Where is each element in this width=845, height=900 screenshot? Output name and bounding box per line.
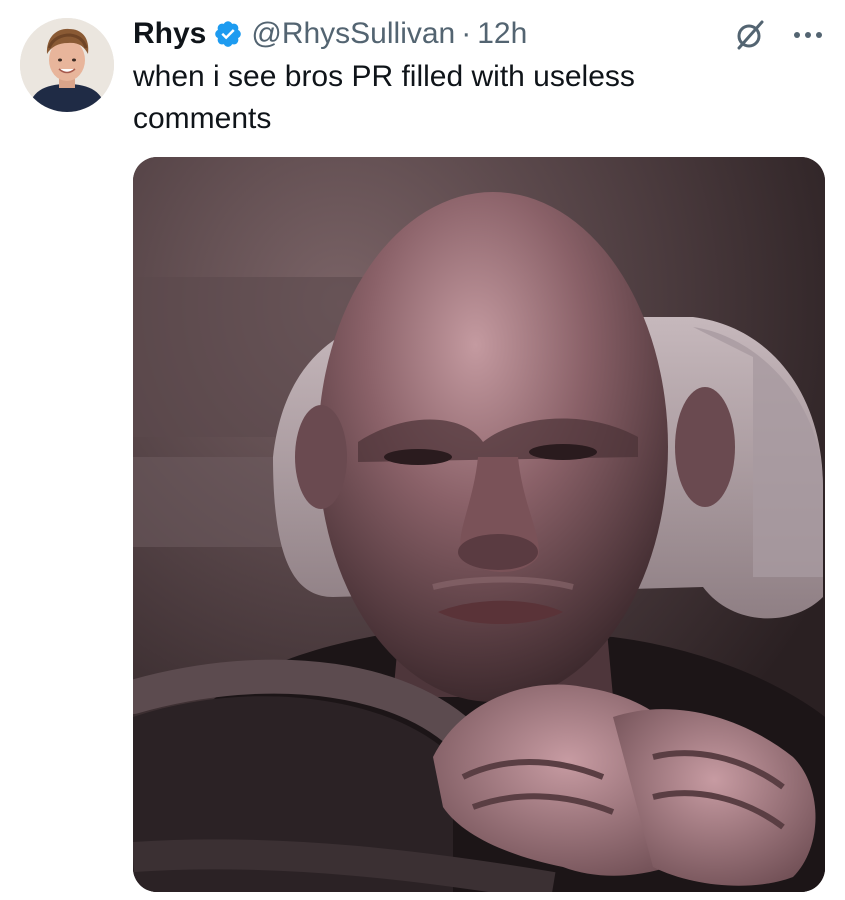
avatar-image	[20, 18, 114, 112]
grok-icon[interactable]	[733, 18, 767, 52]
tweet-media-image[interactable]	[133, 157, 825, 892]
author-display-name[interactable]: Rhys	[133, 17, 206, 51]
more-options-icon[interactable]	[788, 18, 828, 52]
tweet-card[interactable]: Rhys @RhysSullivan · 12h when i see bros…	[0, 0, 845, 900]
author-avatar[interactable]	[20, 18, 114, 112]
author-handle[interactable]: @RhysSullivan	[251, 17, 455, 51]
tweet-text: when i see bros PR filled with useless c…	[133, 60, 635, 135]
verified-badge-icon	[213, 19, 243, 49]
tweet-header: Rhys @RhysSullivan · 12h	[133, 14, 527, 54]
header-separator: ·	[461, 17, 472, 50]
meme-photo	[133, 157, 825, 892]
tweet-timestamp[interactable]: 12h	[477, 17, 527, 51]
